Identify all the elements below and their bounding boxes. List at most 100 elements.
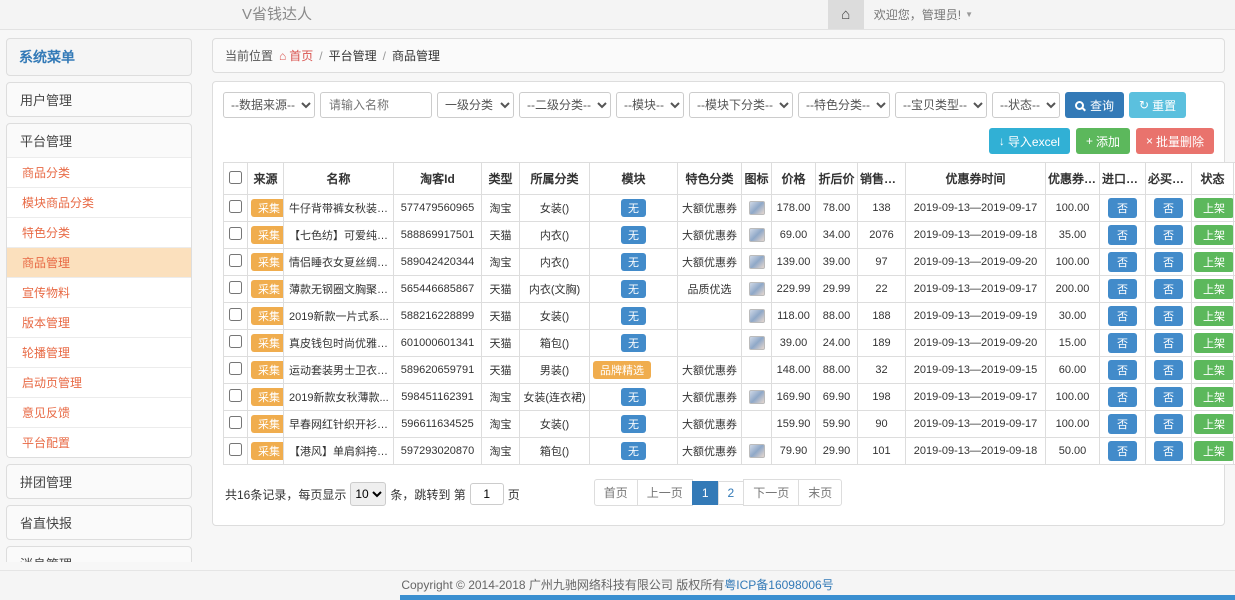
reset-button[interactable]: ↻ 重置 <box>1129 92 1186 118</box>
page-2-button[interactable]: 2 <box>718 481 745 505</box>
must-buy-toggle[interactable]: 否 <box>1154 387 1183 407</box>
module-sub-category-select[interactable]: --模块下分类-- <box>689 92 793 118</box>
name-input[interactable] <box>320 92 432 118</box>
status-button[interactable]: 上架 <box>1194 279 1234 299</box>
select-all-checkbox[interactable] <box>229 171 242 184</box>
icon-cell <box>742 222 772 249</box>
home-icon: ⌂ <box>841 6 850 23</box>
sidebar-item-用户管理[interactable]: 用户管理 <box>7 83 191 116</box>
must-buy-toggle[interactable]: 否 <box>1154 279 1183 299</box>
status-button[interactable]: 上架 <box>1194 225 1234 245</box>
add-button[interactable]: + 添加 <box>1076 128 1130 154</box>
level2-category-select[interactable]: --二级分类-- <box>519 92 611 118</box>
product-category: 箱包() <box>520 330 590 357</box>
import-select-toggle[interactable]: 否 <box>1108 198 1137 218</box>
batch-delete-button[interactable]: × 批量删除 <box>1136 128 1214 154</box>
import-excel-button[interactable]: ↓ 导入excel <box>989 128 1070 154</box>
status-button[interactable]: 上架 <box>1194 252 1234 272</box>
sidebar-title: 系统菜单 <box>6 38 192 76</box>
import-select-toggle[interactable]: 否 <box>1108 441 1137 461</box>
row-checkbox[interactable] <box>229 335 242 348</box>
sidebar-subitem-版本管理[interactable]: 版本管理 <box>7 307 191 337</box>
feature-category-select[interactable]: --特色分类-- <box>798 92 890 118</box>
row-checkbox[interactable] <box>229 389 242 402</box>
sidebar-item-平台管理[interactable]: 平台管理 <box>7 124 191 157</box>
module-select[interactable]: --模块-- <box>616 92 684 118</box>
sidebar-item-拼团管理[interactable]: 拼团管理 <box>7 465 191 498</box>
icp-link[interactable]: 粤ICP备16098006号 <box>724 578 833 592</box>
status-button[interactable]: 上架 <box>1194 360 1234 380</box>
import-select-toggle[interactable]: 否 <box>1108 225 1137 245</box>
row-checkbox[interactable] <box>229 416 242 429</box>
status-button[interactable]: 上架 <box>1194 387 1234 407</box>
row-checkbox-cell <box>224 195 248 222</box>
sidebar-subitem-启动页管理[interactable]: 启动页管理 <box>7 367 191 397</box>
sidebar-subitem-商品分类[interactable]: 商品分类 <box>7 157 191 187</box>
item-type-select[interactable]: --宝贝类型-- <box>895 92 987 118</box>
must-buy-toggle[interactable]: 否 <box>1154 225 1183 245</box>
must-buy-toggle[interactable]: 否 <box>1154 306 1183 326</box>
row-checkbox[interactable] <box>229 308 242 321</box>
discount-price: 29.90 <box>816 438 858 465</box>
prev-page-button[interactable]: 上一页 <box>637 479 693 506</box>
sidebar-subitem-平台配置[interactable]: 平台配置 <box>7 427 191 457</box>
page-jump-input[interactable] <box>470 483 504 505</box>
breadcrumb-item-platform[interactable]: 平台管理 <box>329 47 377 64</box>
source-badge: 采集 <box>251 334 284 352</box>
import-select-toggle[interactable]: 否 <box>1108 387 1137 407</box>
import-select-toggle[interactable]: 否 <box>1108 306 1137 326</box>
row-checkbox[interactable] <box>229 281 242 294</box>
taoke-id: 577479560965 <box>394 195 482 222</box>
status-select[interactable]: --状态-- <box>992 92 1060 118</box>
status-cell: 上架 <box>1192 438 1234 465</box>
must-buy-toggle[interactable]: 否 <box>1154 198 1183 218</box>
search-button[interactable]: 查询 <box>1065 92 1124 118</box>
status-button[interactable]: 上架 <box>1194 306 1234 326</box>
row-checkbox[interactable] <box>229 443 242 456</box>
must-buy-toggle[interactable]: 否 <box>1154 441 1183 461</box>
taoke-id: 565446685867 <box>394 276 482 303</box>
level1-category-select[interactable]: 一级分类 <box>437 92 514 118</box>
sidebar-item-省直快报[interactable]: 省直快报 <box>7 506 191 539</box>
row-checkbox[interactable] <box>229 227 242 240</box>
sidebar-subitem-轮播管理[interactable]: 轮播管理 <box>7 337 191 367</box>
status-button[interactable]: 上架 <box>1194 441 1234 461</box>
source-cell: 采集 <box>248 438 284 465</box>
breadcrumb-item-product[interactable]: 商品管理 <box>392 47 440 64</box>
must-buy-toggle[interactable]: 否 <box>1154 414 1183 434</box>
sidebar-subitem-宣传物料[interactable]: 宣传物料 <box>7 277 191 307</box>
first-page-button[interactable]: 首页 <box>594 479 638 506</box>
import-select-toggle[interactable]: 否 <box>1108 252 1137 272</box>
must-buy-toggle[interactable]: 否 <box>1154 360 1183 380</box>
page-1-button[interactable]: 1 <box>692 481 719 505</box>
sidebar-subitem-模块商品分类[interactable]: 模块商品分类 <box>7 187 191 217</box>
product-category: 内衣() <box>520 222 590 249</box>
product-category: 内衣(文胸) <box>520 276 590 303</box>
data-source-select[interactable]: --数据来源-- <box>223 92 315 118</box>
taoke-id: 588869917501 <box>394 222 482 249</box>
breadcrumb-home-link[interactable]: ⌂ 首页 <box>279 47 313 64</box>
row-checkbox[interactable] <box>229 200 242 213</box>
page-size-select[interactable]: 10 <box>350 482 386 506</box>
import-select-toggle[interactable]: 否 <box>1108 333 1137 353</box>
sidebar-item-消息管理[interactable]: 消息管理 <box>7 547 191 562</box>
next-page-button[interactable]: 下一页 <box>743 479 799 506</box>
user-menu[interactable]: 欢迎您，管理员! ▼ <box>864 0 983 29</box>
row-checkbox[interactable] <box>229 362 242 375</box>
last-page-button[interactable]: 末页 <box>798 479 842 506</box>
status-button[interactable]: 上架 <box>1194 333 1234 353</box>
must-buy-toggle[interactable]: 否 <box>1154 252 1183 272</box>
status-button[interactable]: 上架 <box>1194 414 1234 434</box>
must-buy-toggle[interactable]: 否 <box>1154 333 1183 353</box>
import-select-toggle[interactable]: 否 <box>1108 279 1137 299</box>
import-select-toggle-cell: 否 <box>1100 249 1146 276</box>
sidebar-subitem-特色分类[interactable]: 特色分类 <box>7 217 191 247</box>
sidebar-subitem-意见反馈[interactable]: 意见反馈 <box>7 397 191 427</box>
status-button[interactable]: 上架 <box>1194 198 1234 218</box>
import-select-toggle[interactable]: 否 <box>1108 360 1137 380</box>
row-checkbox[interactable] <box>229 254 242 267</box>
home-nav-button[interactable]: ⌂ <box>828 0 864 29</box>
source-badge: 采集 <box>251 361 284 379</box>
sidebar-subitem-商品管理[interactable]: 商品管理 <box>7 247 191 277</box>
import-select-toggle[interactable]: 否 <box>1108 414 1137 434</box>
